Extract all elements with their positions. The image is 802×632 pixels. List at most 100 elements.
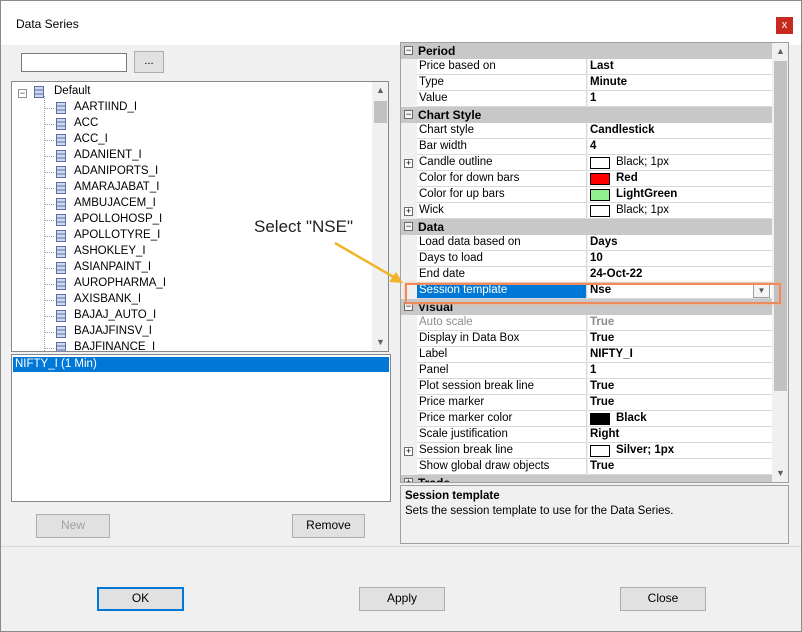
property-row[interactable]: Price based on Last (401, 59, 773, 75)
scroll-down-icon[interactable]: ▼ (372, 334, 388, 351)
property-value[interactable]: Silver; 1px (588, 443, 773, 459)
category-label: Period (418, 44, 456, 58)
property-row[interactable]: + Candle outline Black; 1px (401, 155, 773, 171)
property-row[interactable]: + Wick Black; 1px (401, 203, 773, 219)
property-value[interactable]: 10 (588, 251, 773, 267)
property-value[interactable]: True (588, 331, 773, 347)
close-icon[interactable]: x (776, 17, 793, 34)
tree-item-instrument[interactable]: ADANIENT_I (12, 148, 362, 164)
collapse-icon[interactable]: − (18, 89, 27, 98)
property-value[interactable]: True (588, 379, 773, 395)
property-value[interactable]: Black; 1px (588, 203, 773, 219)
property-row[interactable]: Type Minute (401, 75, 773, 91)
instrument-search-input[interactable] (21, 53, 127, 72)
tree-item-instrument[interactable]: AUROPHARMA_I (12, 276, 362, 292)
property-value[interactable]: True (588, 315, 773, 331)
property-row[interactable]: Days to load 10 (401, 251, 773, 267)
property-value-text: Black; 1px (616, 156, 670, 168)
tree-item-label: ASHOKLEY_I (74, 245, 146, 257)
property-value[interactable]: Last (588, 59, 773, 75)
expand-icon[interactable]: + (404, 447, 413, 456)
ok-button[interactable]: OK (97, 587, 184, 611)
property-row[interactable]: Label NIFTY_I (401, 347, 773, 363)
tree-item-instrument[interactable]: BAJFINANCE_I (12, 340, 362, 351)
property-value[interactable]: Minute (588, 75, 773, 91)
property-value[interactable]: True (588, 459, 773, 475)
database-icon (56, 326, 66, 338)
scroll-up-icon[interactable]: ▲ (772, 43, 788, 60)
series-item-nifty[interactable]: NIFTY_I (1 Min) (13, 357, 389, 372)
property-value[interactable]: NIFTY_I (588, 347, 773, 363)
property-row[interactable]: End date 24-Oct-22 (401, 267, 773, 283)
property-name: Display in Data Box (417, 331, 587, 347)
grid-scrollbar[interactable]: ▲ ▼ (772, 43, 788, 482)
selected-series-list[interactable]: NIFTY_I (1 Min) (11, 354, 391, 502)
property-row[interactable]: Bar width 4 (401, 139, 773, 155)
property-value[interactable]: Days (588, 235, 773, 251)
property-row[interactable]: Auto scale True (401, 315, 773, 331)
tree-item-instrument[interactable]: ASHOKLEY_I (12, 244, 362, 260)
property-row[interactable]: Show global draw objects True (401, 459, 773, 475)
database-icon (56, 150, 66, 162)
collapse-icon[interactable]: − (404, 110, 413, 119)
scroll-down-icon[interactable]: ▼ (772, 465, 788, 482)
browse-button[interactable]: ... (134, 51, 164, 73)
property-row[interactable]: Plot session break line True (401, 379, 773, 395)
tree-item-label: BAJAJ_AUTO_I (74, 309, 157, 321)
tree-item-instrument[interactable]: ADANIPORTS_I (12, 164, 362, 180)
tree-item-instrument[interactable]: BAJAJ_AUTO_I (12, 308, 362, 324)
scroll-up-icon[interactable]: ▲ (372, 82, 388, 99)
scroll-thumb[interactable] (374, 101, 387, 123)
category-data[interactable]: − Data (401, 219, 773, 235)
collapse-icon[interactable]: − (404, 222, 413, 231)
new-button[interactable]: New (36, 514, 110, 538)
apply-button[interactable]: Apply (359, 587, 445, 611)
scroll-thumb[interactable] (774, 61, 787, 391)
tree-item-instrument[interactable]: AMARAJABAT_I (12, 180, 362, 196)
property-row[interactable]: Display in Data Box True (401, 331, 773, 347)
property-name: Color for up bars (417, 187, 587, 203)
property-value[interactable]: Red (588, 171, 773, 187)
remove-button[interactable]: Remove (292, 514, 365, 538)
category-trade[interactable]: + Trade (401, 475, 773, 482)
property-value[interactable]: Black; 1px (588, 155, 773, 171)
property-grid[interactable]: − Period Price based on Last Type Minute Value… (400, 42, 789, 483)
tree-root-default[interactable]: − Default (12, 84, 370, 100)
expand-icon[interactable]: + (404, 207, 413, 216)
expand-icon[interactable]: + (404, 478, 413, 482)
property-row[interactable]: Panel 1 (401, 363, 773, 379)
property-value[interactable]: 4 (588, 139, 773, 155)
category-chart-style[interactable]: − Chart Style (401, 107, 773, 123)
property-value[interactable]: True (588, 395, 773, 411)
close-button[interactable]: Close (620, 587, 706, 611)
category-period[interactable]: − Period (401, 43, 773, 59)
property-value[interactable]: Black (588, 411, 773, 427)
property-value[interactable]: 1 (588, 91, 773, 107)
tree-item-instrument[interactable]: ASIANPAINT_I (12, 260, 362, 276)
collapse-icon[interactable]: − (404, 46, 413, 55)
tree-item-label: ADANIENT_I (74, 149, 142, 161)
property-row[interactable]: Chart style Candlestick (401, 123, 773, 139)
property-value[interactable]: Right (588, 427, 773, 443)
tree-scrollbar[interactable]: ▲ ▼ (372, 82, 388, 351)
property-value[interactable]: 1 (588, 363, 773, 379)
tree-item-instrument[interactable]: AARTIIND_I (12, 100, 362, 116)
tree-item-instrument[interactable]: AXISBANK_I (12, 292, 362, 308)
property-value[interactable]: Candlestick (588, 123, 773, 139)
property-row[interactable]: + Session break line Silver; 1px (401, 443, 773, 459)
tree-root-label: Default (54, 85, 91, 97)
tree-item-instrument[interactable]: ACC (12, 116, 362, 132)
property-row[interactable]: Value 1 (401, 91, 773, 107)
property-row[interactable]: Load data based on Days (401, 235, 773, 251)
property-row[interactable]: Color for down bars Red (401, 171, 773, 187)
expand-icon[interactable]: + (404, 159, 413, 168)
property-row[interactable]: Color for up bars LightGreen (401, 187, 773, 203)
property-value[interactable]: 24-Oct-22 (588, 267, 773, 283)
property-row[interactable]: Scale justification Right (401, 427, 773, 443)
property-row[interactable]: Price marker color Black (401, 411, 773, 427)
property-value[interactable]: LightGreen (588, 187, 773, 203)
tree-item-instrument[interactable]: BAJAJFINSV_I (12, 324, 362, 340)
tree-item-instrument[interactable]: AMBUJACEM_I (12, 196, 362, 212)
tree-item-instrument[interactable]: ACC_I (12, 132, 362, 148)
property-row[interactable]: Price marker True (401, 395, 773, 411)
